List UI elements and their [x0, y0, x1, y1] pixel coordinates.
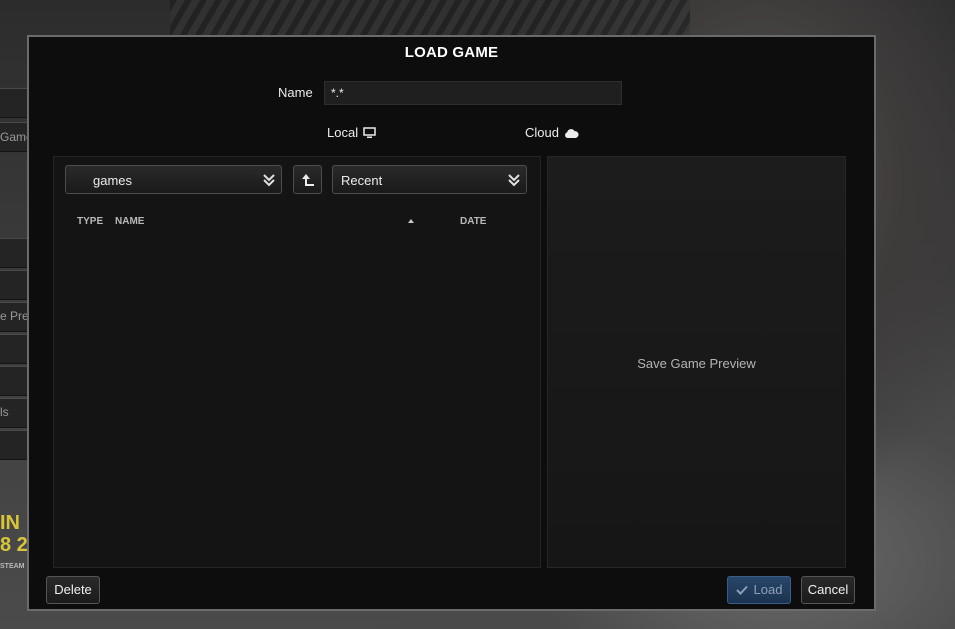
background-menu-item	[0, 88, 28, 118]
name-label: Name	[278, 85, 313, 100]
background-menu-item	[0, 238, 28, 268]
tab-local[interactable]: Local	[327, 125, 376, 140]
load-game-dialog: LOAD GAME Name Local Cloud games Recent	[27, 35, 876, 611]
arrow-up-left-icon	[302, 174, 314, 186]
sort-ascending-icon	[408, 219, 414, 223]
background-menu-item	[0, 334, 28, 364]
background-game-logo: IN 8 2 STEAM	[0, 512, 28, 570]
tab-local-label: Local	[327, 125, 359, 140]
column-header-name[interactable]: NAME	[115, 216, 144, 227]
background-menu-item	[0, 430, 28, 460]
name-field[interactable]	[324, 81, 622, 105]
chevron-double-down-icon	[263, 173, 275, 187]
load-button-label: Load	[753, 582, 783, 597]
tab-cloud-label: Cloud	[525, 125, 559, 140]
folder-dropdown[interactable]: games	[65, 165, 282, 194]
tab-cloud[interactable]: Cloud	[525, 125, 579, 140]
file-browser-panel: games Recent TYPE NAME DATE	[53, 156, 541, 568]
background-menu-item	[0, 366, 28, 396]
background-menu-label: e Pre	[0, 309, 29, 323]
background-menu-label: ls	[0, 405, 9, 419]
chevron-double-down-icon	[508, 173, 520, 187]
sort-dropdown-value: Recent	[341, 173, 383, 188]
column-header-date[interactable]: DATE	[460, 216, 486, 227]
load-button[interactable]: Load	[727, 576, 791, 604]
folder-dropdown-value: games	[93, 173, 133, 188]
save-game-preview-panel: Save Game Preview	[547, 156, 846, 568]
dialog-title: LOAD GAME	[404, 44, 499, 61]
delete-button[interactable]: Delete	[46, 576, 100, 604]
parent-folder-button[interactable]	[293, 165, 322, 194]
monitor-icon	[363, 126, 376, 139]
background-menu-item	[0, 270, 28, 300]
cloud-icon	[564, 127, 579, 139]
preview-placeholder-text: Save Game Preview	[637, 356, 756, 371]
cancel-button[interactable]: Cancel	[801, 576, 855, 604]
column-header-type[interactable]: TYPE	[77, 216, 103, 227]
checkmark-icon	[735, 578, 748, 604]
file-list[interactable]	[64, 235, 530, 559]
background-artwork	[170, 0, 690, 38]
sort-dropdown[interactable]: Recent	[332, 165, 527, 194]
